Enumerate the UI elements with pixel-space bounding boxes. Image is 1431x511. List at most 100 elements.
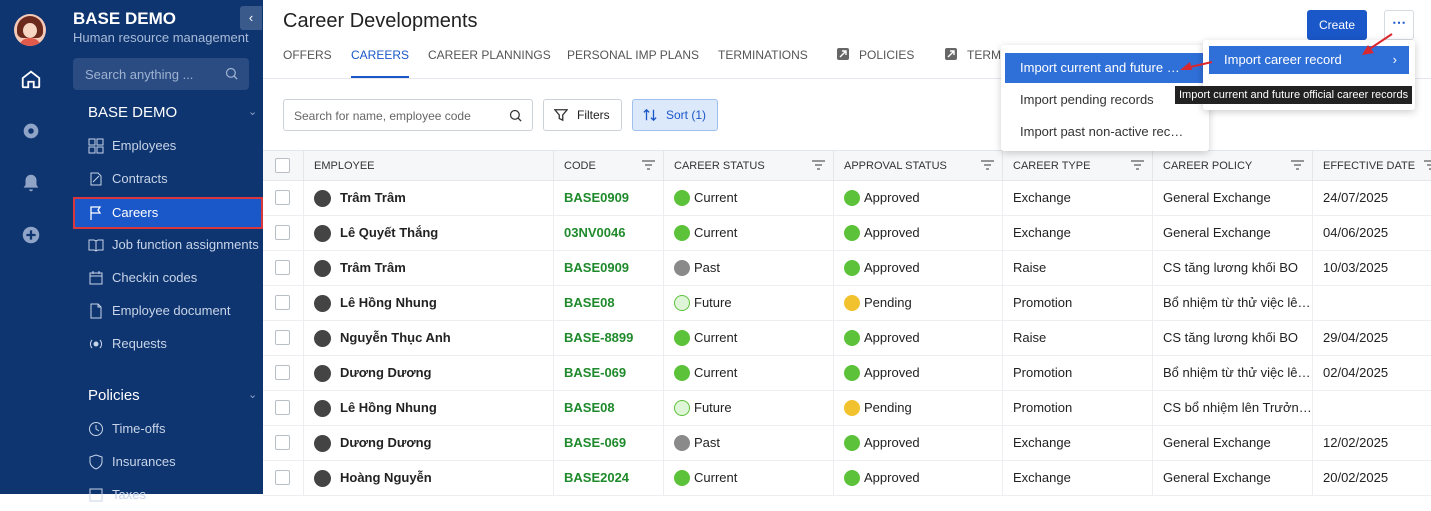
- column-header-employee[interactable]: EMPLOYEE: [303, 151, 553, 181]
- cell-text: Lê Hồng Nhung: [340, 295, 437, 310]
- filters-button[interactable]: Filters: [543, 99, 622, 131]
- cell-code: BASE0909: [553, 181, 663, 215]
- home-icon[interactable]: [20, 68, 42, 90]
- cell-employee[interactable]: Lê Hồng Nhung: [303, 391, 553, 425]
- select-all-checkbox[interactable]: [275, 158, 290, 173]
- cell-type: Exchange: [1002, 426, 1152, 460]
- status-dot-icon: [674, 330, 690, 346]
- cell-date: [1312, 391, 1431, 425]
- row-checkbox[interactable]: [275, 225, 290, 240]
- cell-employee[interactable]: Lê Hồng Nhung: [303, 286, 553, 320]
- table-row[interactable]: Trâm Trâm BASE0909 Current Approved Exchange…: [263, 181, 1431, 216]
- table-row[interactable]: Lê Hồng Nhung BASE08 Future Pending Promotio…: [263, 286, 1431, 321]
- cell-approval: Approved: [833, 251, 1002, 285]
- clock-icon: [89, 422, 103, 436]
- tab-career-plannings[interactable]: CAREER PLANNINGS: [428, 48, 551, 62]
- row-checkbox[interactable]: [275, 295, 290, 310]
- table-row[interactable]: Dương Dương BASE-069 Past Approved Exchange G…: [263, 426, 1431, 461]
- column-header-career-status[interactable]: CAREER STATUS: [663, 151, 833, 181]
- table-row[interactable]: Hoàng Nguyễn BASE2024 Current Approved Excha…: [263, 461, 1431, 496]
- cell-employee[interactable]: Dương Dương: [303, 426, 553, 460]
- menu-item-import-career-record[interactable]: Import career record ›: [1209, 46, 1409, 74]
- sidebar-search[interactable]: Search anything ...: [73, 58, 249, 90]
- tab-offers[interactable]: OFFERS: [283, 48, 332, 62]
- cell-text: Exchange: [1013, 470, 1071, 485]
- sidebar-item-careers[interactable]: Careers: [73, 197, 263, 229]
- search-icon: [509, 109, 522, 122]
- column-header-effective-date[interactable]: EFFECTIVE DATE: [1312, 151, 1431, 181]
- table-row[interactable]: Dương Dương BASE-069 Current Approved Promot…: [263, 356, 1431, 391]
- group-base-demo[interactable]: BASE DEMO ⌄: [88, 104, 257, 121]
- sidebar-item-job-function-assignments[interactable]: Job function assignments: [73, 229, 263, 261]
- table-row[interactable]: Lê Hồng Nhung BASE08 Future Pending Promotio…: [263, 391, 1431, 426]
- tab-policies[interactable]: POLICIES: [837, 48, 914, 62]
- cell-text: BASE08: [564, 400, 615, 415]
- cell-employee[interactable]: Hoàng Nguyễn: [303, 461, 553, 495]
- create-button[interactable]: Create: [1307, 10, 1367, 40]
- row-checkbox[interactable]: [275, 470, 290, 485]
- row-checkbox[interactable]: [275, 435, 290, 450]
- sidebar-item-requests[interactable]: Requests: [73, 328, 263, 360]
- column-filter-icon[interactable]: [1291, 160, 1304, 170]
- bell-icon[interactable]: [20, 172, 42, 194]
- table-row[interactable]: Trâm Trâm BASE0909 Past Approved Raise CS tăn…: [263, 251, 1431, 286]
- column-filter-icon[interactable]: [981, 160, 994, 170]
- column-header-career-policy[interactable]: CAREER POLICY: [1152, 151, 1312, 181]
- sidebar-item-employee-document[interactable]: Employee document: [73, 295, 263, 327]
- cell-employee[interactable]: Nguyễn Thục Anh: [303, 321, 553, 355]
- column-filter-icon[interactable]: [812, 160, 825, 170]
- add-circle-icon[interactable]: [20, 224, 42, 246]
- tab-careers[interactable]: CAREERS: [351, 48, 410, 78]
- chevron-right-icon: ›: [1392, 52, 1397, 67]
- column-header-approval-status[interactable]: APPROVAL STATUS: [833, 151, 1002, 181]
- sidebar-item-checkin-codes[interactable]: Checkin codes: [73, 262, 263, 294]
- org-title: BASE DEMO: [73, 9, 176, 28]
- cell-text: 04/06/2025: [1323, 225, 1389, 240]
- row-checkbox[interactable]: [275, 330, 290, 345]
- row-checkbox[interactable]: [275, 365, 290, 380]
- sidebar-item-insurances[interactable]: Insurances: [73, 446, 263, 478]
- gear-icon[interactable]: [20, 120, 42, 142]
- cell-approval: Approved: [833, 356, 1002, 390]
- column-filter-icon[interactable]: [1424, 160, 1431, 170]
- sort-button[interactable]: Sort (1): [632, 99, 718, 131]
- sidebar-item-contracts[interactable]: Contracts: [73, 163, 263, 195]
- sidebar-item-taxes[interactable]: Taxes: [73, 479, 263, 511]
- cell-employee[interactable]: Lê Quyết Thắng: [303, 216, 553, 250]
- column-header-code[interactable]: CODE: [553, 151, 663, 181]
- tab-term[interactable]: TERM: [945, 48, 1001, 62]
- table-header: EMPLOYEE CODE CAREER STATUS APPROVAL STA…: [263, 150, 1431, 181]
- cell-employee[interactable]: Trâm Trâm: [303, 251, 553, 285]
- cell-employee[interactable]: Trâm Trâm: [303, 181, 553, 215]
- column-filter-icon[interactable]: [1131, 160, 1144, 170]
- group-policies[interactable]: Policies ⌄: [88, 387, 257, 404]
- cell-text: Exchange: [1013, 435, 1071, 450]
- cell-code: BASE-069: [553, 426, 663, 460]
- table-search-input[interactable]: Search for name, employee code: [283, 99, 533, 131]
- status-dot-icon: [674, 470, 690, 486]
- cell-employee[interactable]: Dương Dương: [303, 356, 553, 390]
- tab-personal-imp-plans[interactable]: PERSONAL IMP PLANS: [567, 48, 699, 62]
- cell-text: Promotion: [1013, 295, 1073, 310]
- more-actions-button[interactable]: ⋯: [1384, 10, 1414, 40]
- employee-avatar: [314, 435, 331, 452]
- row-checkbox[interactable]: [275, 260, 290, 275]
- menu-item-import-current-future[interactable]: Import current and future official caree…: [1005, 53, 1205, 83]
- sidebar-item-label: Job function assignments: [112, 237, 259, 252]
- tab-terminations[interactable]: TERMINATIONS: [718, 48, 808, 62]
- row-checkbox[interactable]: [275, 190, 290, 205]
- row-checkbox[interactable]: [275, 400, 290, 415]
- collapse-sidebar-button[interactable]: ‹: [240, 6, 262, 30]
- sidebar-item-employees[interactable]: Employees: [73, 130, 263, 162]
- column-header-career-type[interactable]: CAREER TYPE: [1002, 151, 1152, 181]
- table-row[interactable]: Lê Quyết Thắng 03NV0046 Current Approved Exc…: [263, 216, 1431, 251]
- status-dot-icon: [844, 260, 860, 276]
- cell-code: BASE0909: [553, 251, 663, 285]
- menu-item-import-past-non-active[interactable]: Import past non-active records: [1001, 117, 1209, 147]
- table-row[interactable]: Nguyễn Thục Anh BASE-8899 Current Approved R…: [263, 321, 1431, 356]
- cell-type: Promotion: [1002, 356, 1152, 390]
- cell-type: Raise: [1002, 251, 1152, 285]
- column-filter-icon[interactable]: [642, 160, 655, 170]
- user-avatar[interactable]: [14, 14, 46, 46]
- sidebar-item-time-offs[interactable]: Time-offs: [73, 413, 263, 445]
